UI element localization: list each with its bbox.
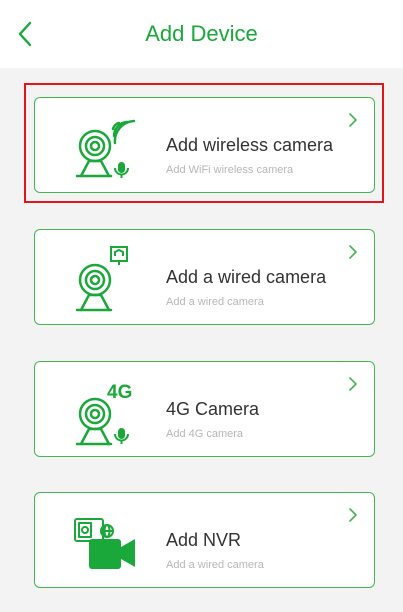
chevron-right-icon (349, 245, 357, 259)
card-label: 4G Camera (166, 399, 260, 419)
nvr-icon (74, 518, 135, 569)
card-sublabel: Add a wired camera (166, 559, 264, 571)
wired-camera-icon (75, 246, 128, 312)
card-label: Add NVR (166, 530, 242, 550)
add-wired-camera-card[interactable]: Add a wired camera Add a wired camera (34, 229, 375, 325)
card-label: Add wireless camera (166, 135, 334, 155)
card-sublabel: Add 4G camera (166, 428, 244, 440)
add-wireless-camera-card[interactable]: Add wireless camera Add WiFi wireless ca… (34, 97, 375, 193)
add-4g-camera-card[interactable]: 4G 4G Camera Add 4G camera (34, 361, 375, 457)
chevron-right-icon (349, 113, 357, 127)
header-bar: Add Device (0, 0, 403, 68)
card-label: Add a wired camera (166, 267, 327, 287)
page-title: Add Device (145, 21, 258, 46)
add-nvr-card[interactable]: Add NVR Add a wired camera (34, 492, 375, 588)
chevron-right-icon (349, 508, 357, 522)
wireless-camera-icon (75, 119, 136, 178)
4g-icon-text: 4G (107, 382, 132, 403)
chevron-right-icon (349, 377, 357, 391)
4g-camera-icon: 4G (75, 382, 132, 446)
card-sublabel: Add WiFi wireless camera (166, 164, 294, 176)
card-sublabel: Add a wired camera (166, 296, 264, 308)
